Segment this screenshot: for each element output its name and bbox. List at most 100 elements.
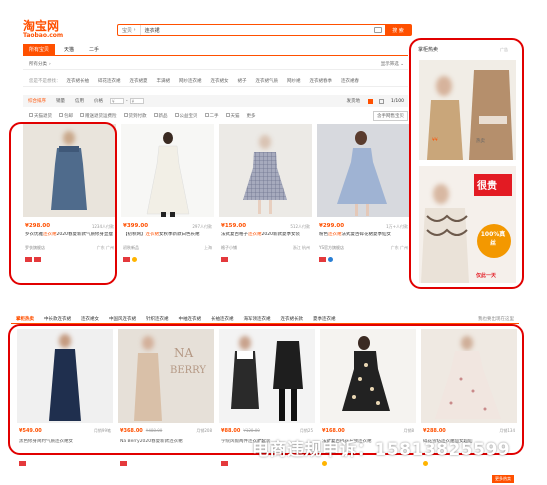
ad-placement-link[interactable]: 我也要出现在这里	[473, 316, 519, 322]
product-card[interactable]: ¥159.00 512人付款 法式复古格子连衣裙2020新款夏季女装 格子小铺 …	[219, 124, 312, 275]
highlight-ring	[409, 38, 524, 289]
product-shop[interactable]: 格子小铺	[221, 245, 237, 251]
check-option[interactable]: 包邮	[59, 113, 73, 119]
price-from-input[interactable]: ¥	[110, 98, 124, 104]
product-sales: 512人付款	[290, 224, 310, 229]
category-label[interactable]: 所有分类	[23, 61, 47, 67]
check-option[interactable]: 天猫	[225, 113, 240, 119]
product-title[interactable]: 粉色连衣裙法式复古碎花裙夏季仙女	[319, 232, 408, 244]
product-sales: 297人付款	[192, 224, 212, 229]
tab-secondhand[interactable]: 二手	[83, 44, 105, 55]
search-tabs: 所有宝贝 天猫 二手	[23, 44, 105, 55]
more-filters[interactable]: 更多	[247, 113, 256, 119]
recommend-image[interactable]	[421, 329, 517, 423]
suggest-link[interactable]: 连衣裙春季	[310, 78, 333, 84]
recommend-card[interactable]: NA BERRY ¥368.00 ¥488.00 月销208 Na Berry20…	[118, 329, 214, 466]
blue-badge	[328, 257, 333, 262]
product-location: 上海	[204, 245, 212, 250]
taobao-logo[interactable]: 淘宝网 Taobao.com	[23, 20, 63, 39]
suggest-link[interactable]: 连衣裙夏	[130, 78, 148, 84]
logo-cn: 淘宝网	[23, 19, 60, 33]
product-card[interactable]: ¥299.00 1万+人付款 粉色连衣裙法式复古碎花裙夏季仙女 YS官方旗舰店 …	[317, 124, 410, 275]
sort-default[interactable]: 综合排序	[23, 98, 51, 104]
complaint-watermark: 电商违规申诉：15813825599	[252, 440, 511, 460]
more-hot-button[interactable]: 更多热卖	[492, 475, 514, 483]
suggest-label: 您是不是想找：	[29, 79, 61, 84]
tab-recommend[interactable]: 中长款连衣裙	[39, 316, 76, 322]
recommend-card[interactable]: ¥549.00 月销99笔 黑色修身简约气质连衣裙女	[17, 329, 113, 466]
product-price: ¥159.00	[221, 223, 247, 229]
suggest-link[interactable]: 网纱连衣裙	[179, 78, 202, 84]
price-to-input[interactable]: ¥	[129, 98, 144, 104]
product-title[interactable]: 【初秋网】连衣裙女秋季新款白色长裙	[123, 232, 212, 244]
product-image[interactable]	[219, 124, 312, 217]
check-option[interactable]: 天猫退货	[23, 113, 52, 119]
tab-recommend[interactable]: 长袖连衣裙	[206, 316, 239, 322]
suggest-link[interactable]: 连衣裙女	[211, 78, 229, 84]
sort-bar: 综合排序 销量 信用 价格 ¥ - ¥ 发货地 1/100	[23, 95, 408, 107]
product-shop[interactable]: YS官方旗舰店	[319, 245, 344, 251]
tab-all[interactable]: 所有宝贝	[23, 44, 56, 55]
search-button[interactable]: 搜 索	[385, 25, 411, 35]
tmall-badge	[19, 461, 26, 466]
suggest-link[interactable]: 碎花连衣裙	[98, 78, 121, 84]
tab-tmall[interactable]: 天猫	[58, 44, 80, 55]
grid-view-icon[interactable]	[368, 98, 374, 104]
suggest-link[interactable]: 网纱裙	[287, 78, 301, 84]
tab-recommend[interactable]: 掌柜热卖	[11, 316, 39, 322]
svg-text:BERRY: BERRY	[170, 365, 206, 376]
product-image[interactable]	[121, 124, 214, 217]
category-row: 所有分类 › 显示筛选 ⌄	[23, 59, 408, 70]
product-image[interactable]	[317, 124, 410, 217]
tmall-badge	[221, 461, 228, 466]
product-shop[interactable]: 初秋新品	[123, 245, 139, 251]
product-location: 广东 广州	[390, 245, 408, 250]
show-filters-button[interactable]: 显示筛选 ⌄	[381, 61, 408, 67]
product-sales: 1万+人付款	[386, 224, 408, 229]
recommend-price: ¥288.00	[423, 428, 446, 434]
list-view-icon[interactable]	[379, 98, 385, 104]
recommend-image[interactable]	[320, 329, 416, 423]
product-title[interactable]: 法式复古格子连衣裙2020新款夏季女装	[221, 232, 310, 244]
sort-sales[interactable]: 销量	[51, 98, 70, 104]
tab-recommend[interactable]: 海军领连衣裙	[239, 316, 276, 322]
recommend-price: ¥549.00	[19, 428, 42, 434]
suggest-link[interactable]: 裙子	[238, 78, 247, 84]
suggest-link[interactable]: 连衣裙气质	[256, 78, 279, 84]
sort-price[interactable]: 价格	[89, 98, 108, 104]
check-option[interactable]: 新品	[153, 113, 168, 119]
check-option[interactable]: 二手	[204, 113, 219, 119]
sort-credit[interactable]: 信用	[70, 98, 89, 104]
recommend-image[interactable]: NA BERRY	[118, 329, 214, 423]
secondhand-toggle[interactable]: 含手网售宝贝	[373, 110, 408, 121]
check-option[interactable]: 赠送退货运费险	[80, 113, 117, 119]
camera-icon[interactable]	[374, 27, 382, 33]
recommend-image[interactable]	[17, 329, 113, 423]
brand-suggest-row: 您是不是想找： 连衣裙长袖 碎花连衣裙 连衣裙夏 丰满裙 网纱连衣裙 连衣裙女 …	[23, 76, 408, 87]
tab-recommend[interactable]: 连衣裙长款	[276, 316, 309, 322]
tab-recommend[interactable]: 中国风连衣裙	[104, 316, 141, 322]
recommend-price: ¥368.00 ¥488.00	[120, 428, 163, 434]
tab-recommend[interactable]: 夏季连衣裙	[308, 316, 341, 322]
check-option[interactable]: 公益宝贝	[174, 113, 198, 119]
suggest-link[interactable]: 丰满裙	[157, 78, 171, 84]
recommend-image[interactable]	[219, 329, 315, 423]
gold-badge	[423, 461, 428, 466]
tmall-badge	[221, 257, 228, 262]
tab-recommend[interactable]: 连衣裙女	[76, 316, 104, 322]
check-option[interactable]: 货到付款	[123, 113, 147, 119]
tab-recommend[interactable]: 中袖连衣裙	[174, 316, 207, 322]
recommend-title[interactable]: 黑色修身简约气质连衣裙女	[19, 439, 111, 451]
tmall-badge	[120, 461, 127, 466]
recommend-title[interactable]: Na Berry2020春夏新款连衣裙	[120, 439, 212, 451]
suggest-link[interactable]: 连衣裙长袖	[67, 78, 90, 84]
search-scope-select[interactable]: 宝贝 ›	[118, 25, 141, 35]
tab-recommend[interactable]: 针织连衣裙	[141, 316, 174, 322]
search-input[interactable]: 连衣裙	[141, 27, 374, 34]
highlight-ring	[9, 122, 117, 285]
recommend-sold: 月销8	[403, 428, 414, 433]
svg-text:NA: NA	[174, 346, 194, 360]
suggest-link[interactable]: 连衣裙春	[341, 78, 359, 84]
product-card[interactable]: ¥399.00 297人付款 【初秋网】连衣裙女秋季新款白色长裙 初秋新品 上海	[121, 124, 214, 275]
ship-from-select[interactable]: 发货地	[342, 98, 366, 104]
